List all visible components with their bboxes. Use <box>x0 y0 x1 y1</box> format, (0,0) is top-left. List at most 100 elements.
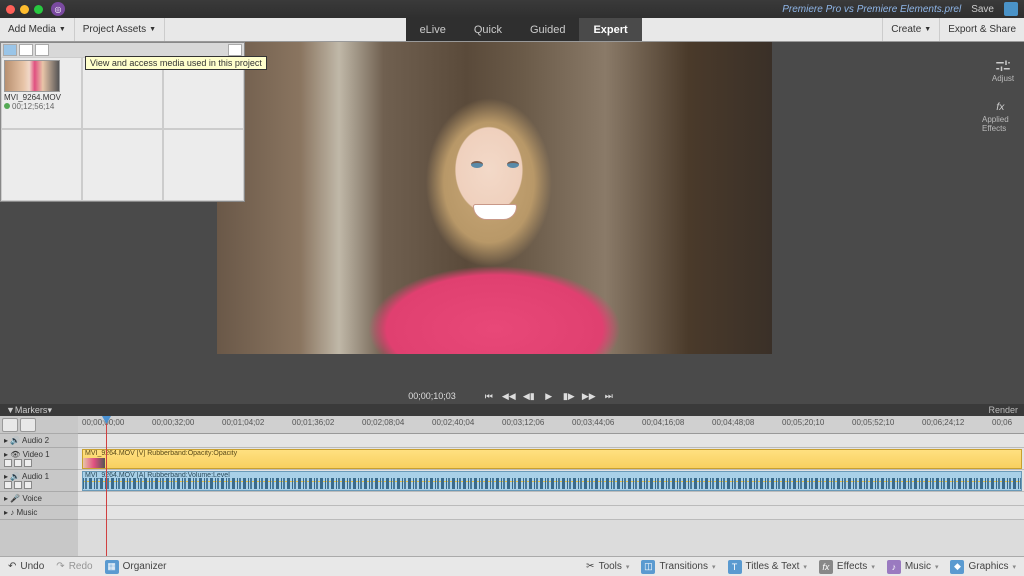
asset-empty-cell[interactable] <box>82 129 163 201</box>
graphics-button[interactable]: ◆Graphics▾ <box>950 560 1016 574</box>
track-header-audio1[interactable]: ▸ 🔊 Audio 1 <box>0 470 78 492</box>
track-audio1[interactable]: MVI_9264.MOV [A] Rubberband:Volume:Level <box>78 470 1024 492</box>
ruler-tick: 00;06 <box>992 418 1012 427</box>
timecode-display: 00;00;10;03 <box>408 391 456 401</box>
organizer-button[interactable]: ▦Organizer <box>105 560 167 574</box>
asset-view-grid-button[interactable] <box>3 44 17 56</box>
asset-empty-cell[interactable] <box>1 129 82 201</box>
asset-add-button[interactable] <box>228 44 242 56</box>
track-video1[interactable]: MVI_9264.MOV [V] Rubberband:Opacity:Opac… <box>78 448 1024 470</box>
titles-label: Titles & Text <box>746 561 800 572</box>
transitions-button[interactable]: ◫Transitions▾ <box>641 560 715 574</box>
ruler-tick: 00;02;08;04 <box>362 418 404 427</box>
preview-monitor[interactable] <box>217 42 772 354</box>
track-header-music[interactable]: ▸ ♪ Music <box>0 506 78 520</box>
adjust-label: Adjust <box>992 74 1014 83</box>
ruler-tick: 00;02;40;04 <box>432 418 474 427</box>
timeline-playhead[interactable] <box>106 416 107 556</box>
project-assets-label: Project Assets <box>83 24 146 35</box>
track-header-audio2[interactable]: ▸ 🔊 Audio 2 <box>0 434 78 448</box>
music-button[interactable]: ♪Music▾ <box>887 560 939 574</box>
project-assets-menu[interactable]: Project Assets▼ <box>75 18 165 41</box>
ruler-tick: 00;01;04;02 <box>222 418 264 427</box>
selection-tool[interactable] <box>2 418 18 432</box>
asset-thumbnail <box>4 60 60 92</box>
track-audio2[interactable] <box>78 434 1024 448</box>
ruler-tick: 00;03;44;06 <box>572 418 614 427</box>
frame-back-button[interactable]: ◀▮ <box>522 390 536 402</box>
undo-button[interactable]: ↶ Undo <box>8 561 44 572</box>
tab-elive[interactable]: eLive <box>406 18 460 41</box>
applied-effects-label: Applied Effects <box>982 115 1024 133</box>
menubar: Add Media▼ Project Assets▼ eLive Quick G… <box>0 18 1024 42</box>
add-media-label: Add Media <box>8 24 56 35</box>
goto-end-button[interactable]: ⏭ <box>602 390 616 402</box>
ruler-tick: 00;04;48;08 <box>712 418 754 427</box>
mode-tabs: eLive Quick Guided Expert <box>165 18 882 41</box>
traffic-lights <box>6 5 43 14</box>
timeline-header: ▼ Markers ▾ Render <box>0 404 1024 416</box>
ruler-tick: 00;00;32;00 <box>152 418 194 427</box>
export-share-menu[interactable]: Export & Share <box>939 18 1024 41</box>
markers-label[interactable]: Markers <box>15 405 48 415</box>
audio-clip[interactable]: MVI_9264.MOV [A] Rubberband:Volume:Level <box>82 471 1022 491</box>
add-media-menu[interactable]: Add Media▼ <box>0 18 75 41</box>
asset-item[interactable]: MVI_9264.MOV 00;12;56;14 <box>1 57 82 129</box>
track-voice[interactable] <box>78 492 1024 506</box>
ruler-tick: 00;05;20;10 <box>782 418 824 427</box>
asset-empty-cell[interactable] <box>163 129 244 201</box>
timeline-tracks-area[interactable]: 00;00;00;00 00;00;32;00 00;01;04;02 00;0… <box>78 416 1024 556</box>
save-button[interactable]: Save <box>971 4 994 15</box>
workspace: MVI_9264.MOV 00;12;56;14 View and access… <box>0 42 1024 404</box>
play-button[interactable]: ▶ <box>542 390 556 402</box>
music-icon: ♪ <box>887 560 901 574</box>
redo-button[interactable]: ↷Redo <box>56 561 92 572</box>
track-header-video1[interactable]: ▸ 👁 Video 1 <box>0 448 78 470</box>
asset-view-list-button[interactable] <box>19 44 33 56</box>
goto-start-button[interactable]: ⏮ <box>482 390 496 402</box>
track-header-voice[interactable]: ▸ 🎤 Voice <box>0 492 78 506</box>
fullscreen-icon[interactable] <box>1004 2 1018 16</box>
tab-expert[interactable]: Expert <box>579 18 641 41</box>
project-name: Premiere Pro vs Premiere Elements.prel <box>782 4 961 15</box>
app-icon: ◎ <box>51 2 65 16</box>
create-menu[interactable]: Create▼ <box>882 18 939 41</box>
video-clip-label: MVI_9264.MOV [V] Rubberband:Opacity:Opac… <box>85 450 237 457</box>
applied-effects-button[interactable]: fx Applied Effects <box>982 97 1024 133</box>
redo-icon: ↷ <box>56 561 64 572</box>
project-assets-tooltip: View and access media used in this proje… <box>85 56 267 70</box>
effects-icon: fx <box>819 560 833 574</box>
step-back-button[interactable]: ◀◀ <box>502 390 516 402</box>
titles-button[interactable]: TTitles & Text▾ <box>728 560 807 574</box>
close-icon[interactable] <box>6 5 15 14</box>
ruler-tick: 00;06;24;12 <box>922 418 964 427</box>
video-clip[interactable]: MVI_9264.MOV [V] Rubberband:Opacity:Opac… <box>82 449 1022 469</box>
create-label: Create <box>891 24 921 35</box>
window-titlebar: ◎ Premiere Pro vs Premiere Elements.prel… <box>0 0 1024 18</box>
transport-bar: 00;00;10;03 ⏮ ◀◀ ◀▮ ▶ ▮▶ ▶▶ ⏭ <box>0 388 1024 404</box>
tab-guided[interactable]: Guided <box>516 18 579 41</box>
undo-label: Undo <box>20 561 44 572</box>
render-button[interactable]: Render <box>988 405 1018 415</box>
undo-icon: ↶ <box>8 561 16 572</box>
minimize-icon[interactable] <box>20 5 29 14</box>
fx-icon: fx <box>994 97 1012 115</box>
timeline-ruler[interactable]: 00;00;00;00 00;00;32;00 00;01;04;02 00;0… <box>78 416 1024 434</box>
tab-quick[interactable]: Quick <box>460 18 516 41</box>
maximize-icon[interactable] <box>34 5 43 14</box>
ruler-tick: 00;04;16;08 <box>642 418 684 427</box>
transitions-label: Transitions <box>659 561 708 572</box>
track-music[interactable] <box>78 506 1024 520</box>
music-label: Music <box>905 561 931 572</box>
tools-button[interactable]: ✂Tools▾ <box>586 561 629 572</box>
sliders-icon <box>994 56 1012 74</box>
effects-button[interactable]: fxEffects▾ <box>819 560 875 574</box>
asset-filter-button[interactable] <box>35 44 49 56</box>
step-forward-button[interactable]: ▶▶ <box>582 390 596 402</box>
asset-toolbar <box>1 43 244 57</box>
timeline-tool-2[interactable] <box>20 418 36 432</box>
frame-forward-button[interactable]: ▮▶ <box>562 390 576 402</box>
scissors-icon: ✂ <box>586 561 594 572</box>
adjust-button[interactable]: Adjust <box>992 56 1014 83</box>
status-dot-icon <box>4 103 10 109</box>
